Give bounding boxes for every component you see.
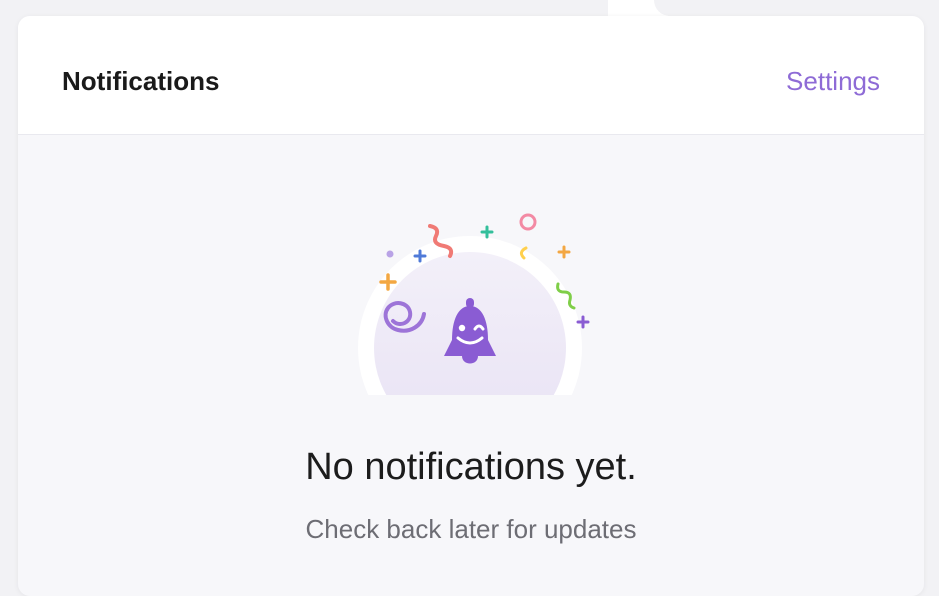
panel-title: Notifications xyxy=(62,66,220,96)
panel-header: Notifications Settings xyxy=(18,16,924,135)
notifications-panel: Notifications Settings No notifications … xyxy=(18,16,924,596)
empty-state-subtitle: Check back later for updates xyxy=(305,514,637,544)
settings-link[interactable]: Settings xyxy=(786,66,880,97)
empty-state-illustration xyxy=(358,213,590,395)
empty-state-title: No notifications yet. xyxy=(305,446,637,488)
